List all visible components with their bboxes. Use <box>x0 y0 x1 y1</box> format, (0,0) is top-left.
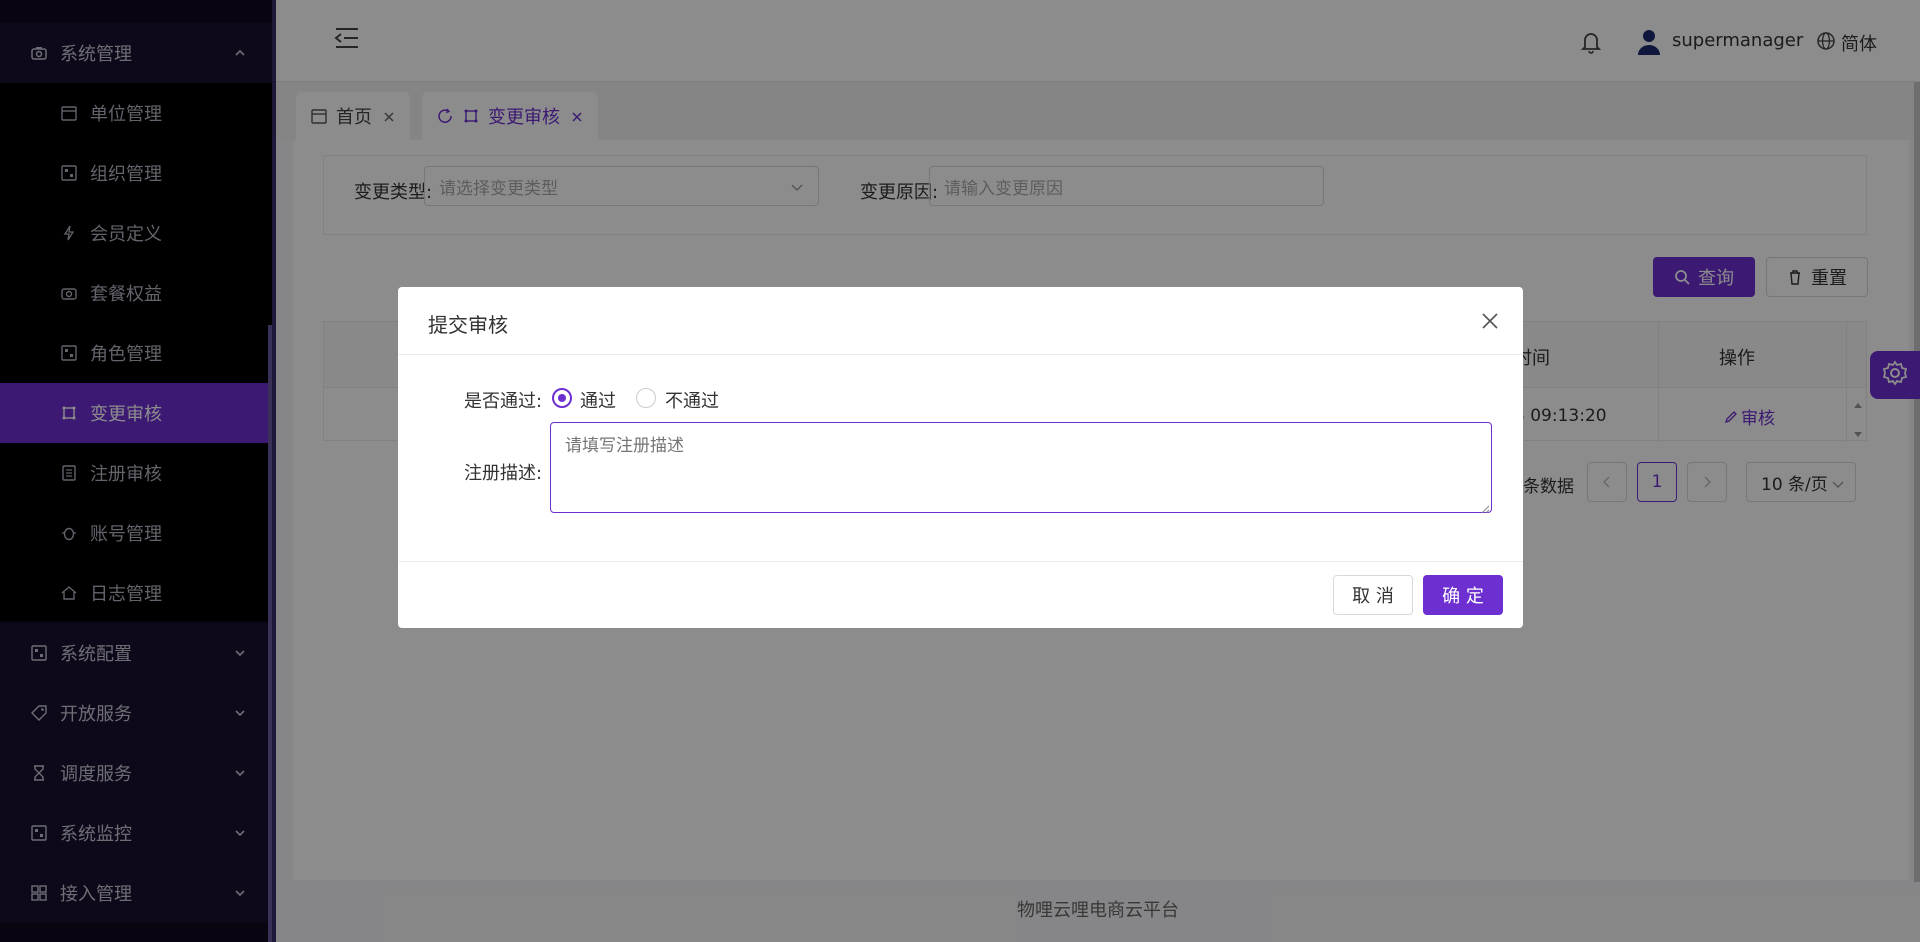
pass-label: 是否通过: <box>464 391 543 412</box>
cancel-label: 取 消 <box>1352 586 1394 607</box>
confirm-label: 确 定 <box>1442 586 1484 607</box>
dialog-title: 提交审核 <box>428 313 508 337</box>
dialog-divider <box>398 354 1523 355</box>
desc-label: 注册描述: <box>464 463 543 484</box>
submit-review-dialog: 提交审核 是否通过: 通过 不通过 注册描述: 取 消 确 定 <box>398 287 1523 628</box>
dialog-divider <box>398 561 1523 562</box>
radio-pass[interactable] <box>552 388 572 408</box>
radio-pass-label[interactable]: 通过 <box>580 387 616 413</box>
cancel-button[interactable]: 取 消 <box>1333 575 1413 615</box>
confirm-button[interactable]: 确 定 <box>1423 575 1503 615</box>
close-icon[interactable] <box>1480 311 1500 331</box>
desc-textarea[interactable] <box>550 422 1492 513</box>
radio-fail[interactable] <box>636 388 656 408</box>
radio-fail-label[interactable]: 不通过 <box>665 387 719 413</box>
resize-grip-icon[interactable] <box>1480 499 1490 514</box>
